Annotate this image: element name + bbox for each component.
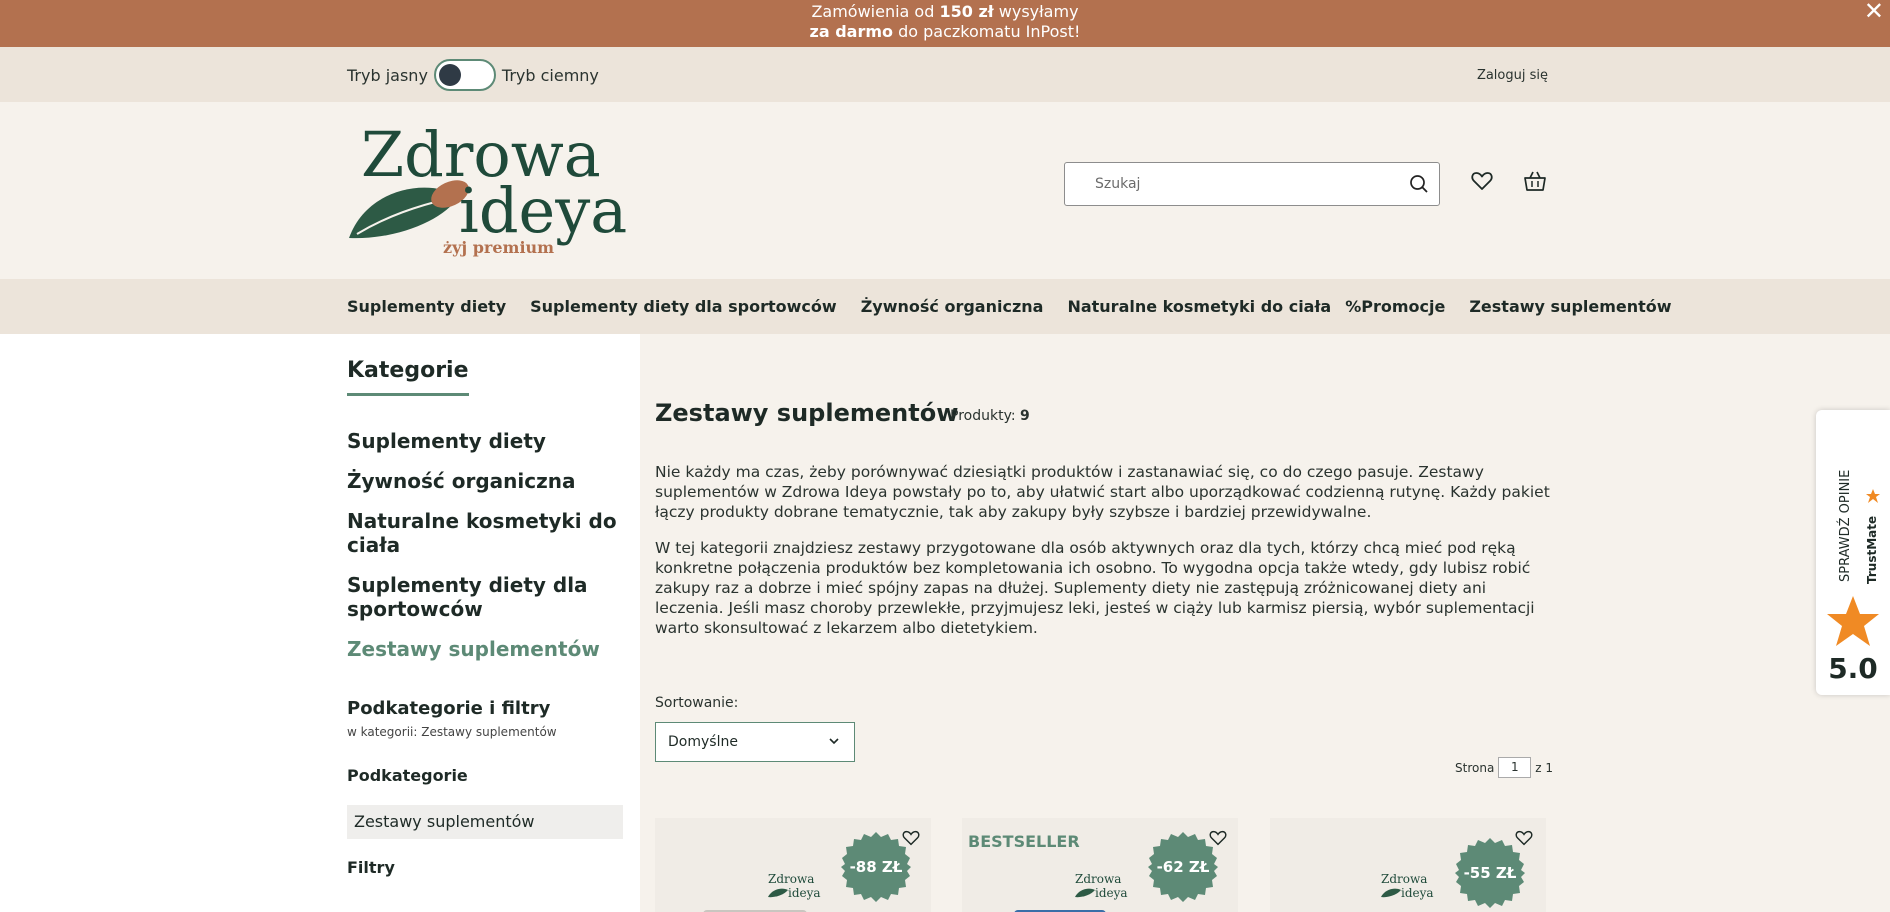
trustmate-widget[interactable]: SPRAWDŹ OPINIE TrustMate 5.0 [1816, 410, 1890, 695]
product-count-label: Produkty: [950, 408, 1016, 424]
trustmate-brand-text: TrustMate [1865, 516, 1879, 584]
sort-value: Domyślne [668, 734, 738, 750]
search-icon[interactable] [1399, 164, 1439, 204]
subfilters-heading: Podkategorie i filtry [347, 698, 551, 719]
promo-text: Zamówienia od [811, 2, 940, 21]
sort-select[interactable]: Domyślne [655, 722, 855, 762]
product-count: Produkty: 9 [950, 408, 1030, 424]
login-link[interactable]: Zaloguj się [1477, 68, 1548, 83]
page-title: Zestawy suplementów [655, 399, 959, 427]
nav-item-supplement-sets[interactable]: Zestawy suplementów [1469, 297, 1671, 316]
sort-label: Sortowanie: [655, 695, 739, 711]
nav-item-sport-supplements[interactable]: Suplementy diety dla sportowców [530, 297, 837, 316]
sidebar-title: Kategorie [347, 358, 469, 396]
product-logo: Zdrowa ideya [1381, 872, 1434, 900]
utility-bar: Tryb jasny Tryb ciemny Zaloguj się [0, 47, 1890, 102]
filters-heading: Filtry [347, 858, 395, 877]
mini-logo-line-1: Zdrowa [1381, 872, 1427, 886]
light-mode-label: Tryb jasny [347, 65, 428, 85]
page-label: Strona [1455, 760, 1495, 775]
promo-text: do paczkomatu InPost! [893, 22, 1081, 41]
mini-logo-line-1: Zdrowa [768, 872, 814, 886]
main-nav: Suplementy diety Suplementy diety dla sp… [0, 279, 1890, 334]
product-card[interactable]: Zdrowa ideya -55 ZŁ [1270, 818, 1546, 912]
discount-value: -88 ZŁ [849, 858, 903, 876]
close-icon[interactable]: ✕ [1864, 0, 1884, 23]
nav-item-supplements[interactable]: Suplementy diety [347, 297, 506, 316]
trustmate-cta: SPRAWDŹ OPINIE [1837, 470, 1853, 582]
mini-logo-line-2: ideya [788, 886, 821, 900]
cart-basket-icon[interactable] [1522, 168, 1548, 194]
category-link-cosmetics[interactable]: Naturalne kosmetyki do ciała [347, 509, 627, 557]
rating-score: 5.0 [1828, 652, 1878, 685]
add-to-wishlist-heart-icon[interactable] [1515, 830, 1535, 850]
promo-line-1: Zamówienia od 150 zł wysyłamy [0, 2, 1890, 22]
product-card[interactable]: Zdrowa ideya -88 ZŁ [655, 818, 931, 912]
mini-logo-line-2: ideya [1095, 886, 1128, 900]
category-link-sport-supplements[interactable]: Suplementy diety dla sportowców [347, 573, 627, 621]
promo-banner: Zamówienia od 150 zł wysyłamy za darmo d… [0, 0, 1890, 47]
category-link-supplement-sets[interactable]: Zestawy suplementów [347, 637, 627, 661]
star-icon [1866, 489, 1880, 503]
promo-free: za darmo [809, 22, 894, 41]
category-sidebar: Kategorie Suplementy diety Żywność organ… [0, 334, 640, 912]
mini-logo-line-1: Zdrowa [1075, 872, 1121, 886]
product-logo: Zdrowa ideya [1075, 872, 1128, 900]
site-logo[interactable]: Zdrowa ideya żyj premium [347, 116, 627, 262]
category-description: Nie każdy ma czas, żeby porównywać dzies… [655, 462, 1555, 654]
promo-threshold: 150 zł [939, 2, 994, 21]
trustmate-brand: TrustMate [1865, 516, 1879, 584]
product-count-value: 9 [1020, 408, 1030, 424]
subfilters-note: w kategorii: Zestawy suplementów [347, 725, 557, 739]
search-box [1064, 162, 1440, 206]
chevron-down-icon [828, 723, 840, 776]
add-to-wishlist-heart-icon[interactable] [902, 830, 922, 850]
category-content: Zestawy suplementów Produkty: 9 Nie każd… [640, 334, 1890, 912]
dark-mode-label: Tryb ciemny [501, 65, 599, 85]
wishlist-heart-icon[interactable] [1469, 168, 1495, 194]
add-to-wishlist-heart-icon[interactable] [1209, 830, 1229, 850]
bestseller-label: BESTSELLER [968, 832, 1080, 851]
toggle-knob [438, 64, 461, 86]
promo-text: wysyłamy [993, 2, 1079, 21]
nav-item-cosmetics[interactable]: Naturalne kosmetyki do ciała [1067, 297, 1331, 316]
product-card[interactable]: BESTSELLER Zdrowa ideya -62 ZŁ [962, 818, 1238, 912]
discount-badge: -88 ZŁ [841, 832, 911, 902]
subcategories-heading: Podkategorie [347, 766, 468, 785]
logo-line-2: ideya [459, 174, 627, 247]
description-paragraph: Nie każdy ma czas, żeby porównywać dzies… [655, 463, 1550, 521]
discount-value: -62 ZŁ [1156, 858, 1210, 876]
mini-logo-line-2: ideya [1401, 886, 1434, 900]
product-logo: Zdrowa ideya [768, 872, 821, 900]
subcategory-item[interactable]: Zestawy suplementów [347, 805, 623, 839]
page-input[interactable]: 1 [1498, 757, 1532, 778]
theme-switcher: Tryb jasny Tryb ciemny [347, 59, 599, 91]
category-link-organic-food[interactable]: Żywność organiczna [347, 469, 627, 493]
nav-item-promotions[interactable]: %Promocje [1345, 297, 1445, 316]
description-paragraph: W tej kategorii znajdziesz zestawy przyg… [655, 539, 1535, 637]
nav-item-organic-food[interactable]: Żywność organiczna [861, 297, 1044, 316]
discount-badge: -62 ZŁ [1148, 832, 1218, 902]
pagination: Strona 1 z 1 [1455, 757, 1553, 778]
search-input[interactable] [1065, 164, 1399, 204]
theme-toggle[interactable] [433, 59, 496, 91]
page-total: z 1 [1535, 760, 1554, 775]
category-link-supplements[interactable]: Suplementy diety [347, 429, 627, 453]
logo-tagline: żyj premium [443, 238, 554, 257]
trustmate-star-icon [1827, 596, 1879, 646]
category-list: Suplementy diety Żywność organiczna Natu… [347, 429, 627, 677]
site-header: Zdrowa ideya żyj premium [0, 102, 1890, 279]
promo-line-2: za darmo do paczkomatu InPost! [0, 22, 1890, 42]
